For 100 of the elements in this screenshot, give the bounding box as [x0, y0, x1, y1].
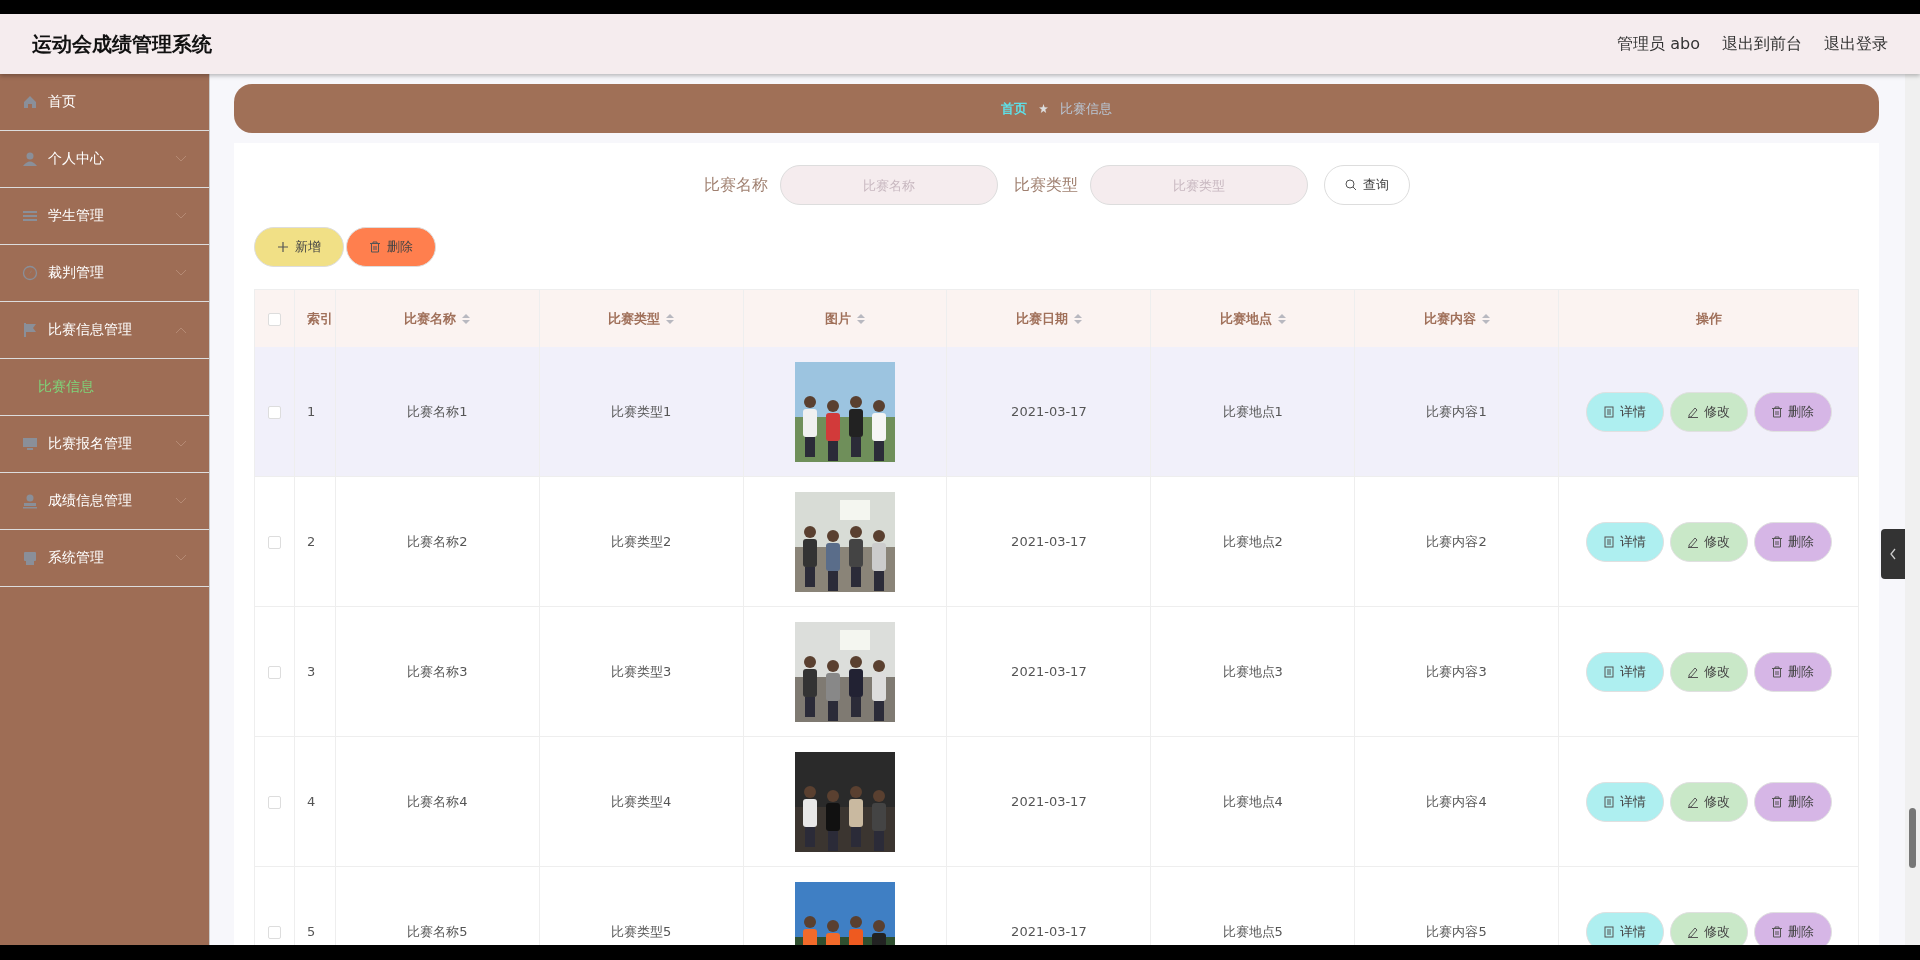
header-link[interactable]: 退出登录	[1824, 33, 1888, 55]
table-cell: 1	[307, 404, 316, 419]
compass-icon	[22, 265, 38, 281]
edit-button[interactable]: 修改	[1669, 651, 1748, 692]
table-cell: 比赛名称2	[407, 533, 468, 549]
trash-icon	[1771, 665, 1783, 678]
column-header[interactable]: 比赛名称	[404, 309, 457, 328]
table-cell: 4	[307, 794, 316, 809]
table-cell: 比赛地点3	[1222, 663, 1283, 679]
sidebar-item[interactable]: 首页	[0, 74, 209, 131]
stamp-icon	[22, 493, 38, 509]
edit-button[interactable]: 修改	[1669, 911, 1748, 945]
delete-button[interactable]: 删除	[1753, 651, 1832, 692]
details-button[interactable]: 详情	[1585, 911, 1664, 945]
document-icon	[1603, 925, 1615, 938]
sidebar-item[interactable]: 比赛报名管理	[0, 416, 209, 473]
edit-button[interactable]: 修改	[1669, 521, 1748, 562]
person-icon	[22, 151, 38, 167]
sort-icon[interactable]	[1481, 312, 1490, 325]
table-cell: 比赛类型4	[611, 793, 672, 809]
table-cell: 2021-03-17	[1011, 534, 1087, 549]
flag-icon	[22, 322, 38, 338]
row-checkbox[interactable]	[268, 926, 281, 939]
column-header[interactable]: 比赛类型	[608, 309, 661, 328]
list-icon	[22, 208, 38, 224]
delete-button[interactable]: 删除	[1753, 911, 1832, 945]
pencil-icon	[1687, 665, 1699, 678]
sidebar-item[interactable]: 学生管理	[0, 188, 209, 245]
document-icon	[1603, 795, 1615, 808]
document-icon	[1603, 535, 1615, 548]
chevron-icon	[175, 497, 187, 505]
chevron-icon	[175, 440, 187, 448]
delete-button[interactable]: 删除	[1753, 391, 1832, 432]
document-icon	[1603, 405, 1615, 418]
sidebar-item[interactable]: 裁判管理	[0, 245, 209, 302]
star-icon	[1039, 104, 1048, 113]
chevron-icon	[175, 212, 187, 220]
monitor-icon	[22, 436, 38, 452]
trash-icon	[1771, 405, 1783, 418]
store-icon	[22, 550, 38, 566]
search-button[interactable]: 查询	[1323, 165, 1410, 205]
details-button[interactable]: 详情	[1585, 651, 1664, 692]
table-cell: 比赛名称1	[407, 403, 468, 419]
sidebar-item[interactable]: 比赛信息管理	[0, 302, 209, 359]
chevron-icon	[175, 554, 187, 562]
details-button[interactable]: 详情	[1585, 781, 1664, 822]
row-checkbox[interactable]	[268, 406, 281, 419]
chevron-icon	[1889, 548, 1897, 560]
table-cell: 比赛类型1	[611, 403, 672, 419]
column-header[interactable]: 比赛日期	[1015, 309, 1068, 328]
chevron-icon	[175, 269, 187, 277]
table-cell: 比赛内容3	[1426, 663, 1487, 679]
table-cell: 比赛内容2	[1426, 533, 1487, 549]
header-link[interactable]: 退出到前台	[1722, 33, 1802, 55]
sort-icon[interactable]	[1073, 312, 1082, 325]
pencil-icon	[1687, 535, 1699, 548]
select-all-checkbox[interactable]	[268, 313, 281, 326]
edit-button[interactable]: 修改	[1669, 781, 1748, 822]
details-button[interactable]: 详情	[1585, 521, 1664, 562]
delete-button[interactable]: 删除	[346, 227, 436, 267]
row-checkbox[interactable]	[268, 796, 281, 809]
details-button[interactable]: 详情	[1585, 391, 1664, 432]
chevron-icon	[175, 155, 187, 163]
sidebar-item[interactable]: 系统管理	[0, 530, 209, 587]
sort-icon[interactable]	[857, 312, 866, 325]
sidebar-item[interactable]: 个人中心	[0, 131, 209, 188]
table-cell: 比赛地点1	[1222, 403, 1283, 419]
delete-button[interactable]: 删除	[1753, 781, 1832, 822]
row-checkbox[interactable]	[268, 536, 281, 549]
chevron-icon	[175, 326, 187, 334]
edit-button[interactable]: 修改	[1669, 391, 1748, 432]
column-header: 索引	[307, 309, 333, 328]
field-label: 比赛名称	[703, 174, 768, 196]
column-header[interactable]: 比赛内容	[1423, 309, 1476, 328]
sidebar-item[interactable]: 成绩信息管理	[0, 473, 209, 530]
column-header[interactable]: 比赛地点	[1219, 309, 1272, 328]
panel-toggle[interactable]	[1881, 529, 1905, 579]
row-checkbox[interactable]	[268, 666, 281, 679]
table-cell: 3	[307, 664, 316, 679]
table-cell: 2	[307, 534, 316, 549]
table-cell: 2021-03-17	[1011, 664, 1087, 679]
table-cell: 比赛类型2	[611, 533, 672, 549]
app-title: 运动会成绩管理系统	[32, 30, 212, 58]
table-cell: 比赛内容5	[1426, 923, 1487, 939]
table-cell: 比赛名称3	[407, 663, 468, 679]
user-label: 管理员 abo	[1617, 33, 1700, 55]
table-cell: 比赛地点4	[1222, 793, 1283, 809]
pencil-icon	[1687, 795, 1699, 808]
document-icon	[1603, 665, 1615, 678]
table-cell: 比赛名称4	[407, 793, 468, 809]
delete-button[interactable]: 删除	[1753, 521, 1832, 562]
add-button[interactable]: 新增	[254, 227, 344, 267]
column-header[interactable]: 图片	[825, 309, 852, 328]
table-cell: 比赛地点5	[1222, 923, 1283, 939]
scrollbar-thumb[interactable]	[1909, 808, 1916, 868]
table-cell: 比赛内容1	[1426, 403, 1487, 419]
sort-icon[interactable]	[462, 312, 471, 325]
sort-icon[interactable]	[666, 312, 675, 325]
table-cell: 比赛内容4	[1426, 793, 1487, 809]
sort-icon[interactable]	[1277, 312, 1286, 325]
